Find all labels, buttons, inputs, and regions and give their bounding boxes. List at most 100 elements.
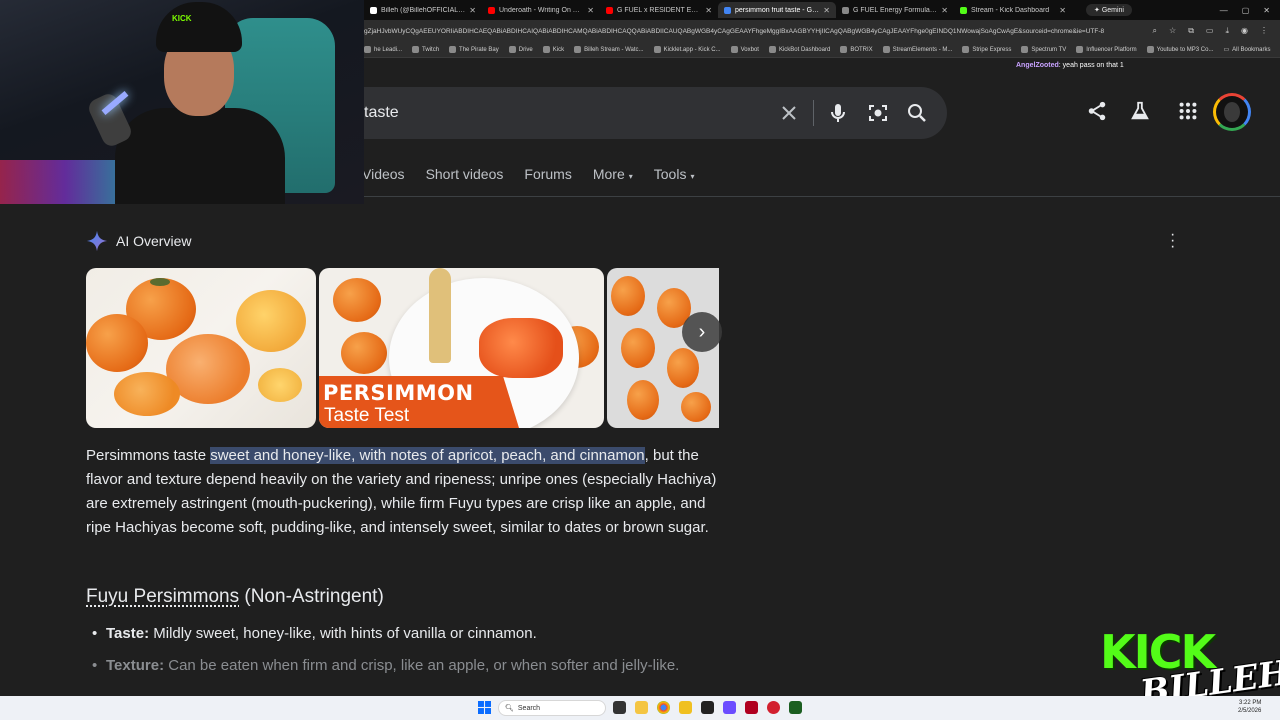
- bookmark-item[interactable]: Youtube to MP3 Co...: [1146, 46, 1213, 53]
- account-avatar[interactable]: [1213, 93, 1251, 131]
- bookmark-item[interactable]: Kick: [542, 46, 565, 53]
- search-input[interactable]: taste: [364, 104, 399, 122]
- windows-start-icon[interactable]: [478, 701, 491, 714]
- close-window-icon[interactable]: ✕: [1263, 6, 1270, 15]
- bookmark-label: Influencer Platform: [1086, 46, 1137, 53]
- cast-icon[interactable]: ▭: [1206, 26, 1214, 36]
- search-divider: [813, 100, 814, 126]
- nav-tab[interactable]: Tools ▾: [654, 166, 695, 182]
- task-view-icon[interactable]: [613, 701, 626, 714]
- download-icon[interactable]: ⤓: [1225, 26, 1229, 36]
- bookmark-item[interactable]: Influencer Platform: [1076, 46, 1137, 53]
- bookmark-item[interactable]: Stripe Express: [962, 46, 1011, 53]
- windows-taskbar: 🔍︎ Search 3:22 PM 2/5/2026: [0, 696, 1280, 720]
- url-text[interactable]: gZjaHJvbWUyCQgAEEUYORIiABDIHCAEQABiABDIH…: [364, 28, 1141, 35]
- bookmark-item[interactable]: The Pirate Bay: [449, 46, 499, 53]
- tab-close-icon[interactable]: ✕: [469, 6, 476, 15]
- tab-close-icon[interactable]: ✕: [1059, 6, 1066, 15]
- bookmark-icon: [768, 46, 776, 53]
- search-icon[interactable]: [905, 101, 929, 125]
- bookmark-item[interactable]: BOTRIX: [840, 46, 873, 53]
- bookmark-item[interactable]: KickBot Dashboard: [768, 46, 831, 53]
- fuyu-link[interactable]: Fuyu Persimmons: [86, 586, 239, 607]
- nav-tab[interactable]: Forums: [524, 166, 571, 182]
- tab-favicon-icon: [606, 6, 613, 14]
- carousel-next-button[interactable]: ›: [682, 312, 722, 352]
- gemini-button[interactable]: ✦ Gemini: [1086, 4, 1132, 16]
- more-options-icon[interactable]: · · ·: [1170, 227, 1175, 255]
- webcam-overlay: KICK: [0, 0, 364, 204]
- bookmark-label: Kick: [552, 46, 565, 53]
- bookmark-item[interactable]: Twitch: [412, 46, 439, 53]
- clear-icon[interactable]: [777, 101, 801, 125]
- file-explorer-icon[interactable]: [635, 701, 648, 714]
- persimmon-image-1[interactable]: [86, 268, 316, 428]
- browser-tab[interactable]: Stream - Kick Dashboard ✕: [954, 2, 1072, 18]
- lens-icon[interactable]: [866, 101, 890, 125]
- beanie: [156, 2, 242, 52]
- share-icon[interactable]: [1086, 100, 1108, 122]
- nav-tab-label: Videos: [362, 166, 405, 182]
- app-icon-purple[interactable]: [723, 701, 736, 714]
- app-icon-dark[interactable]: [701, 701, 714, 714]
- bookmark-label: Billeh Stream - Watc...: [584, 46, 644, 53]
- bookmark-item[interactable]: Spectrum TV: [1021, 46, 1066, 53]
- nav-tab-label: More: [592, 166, 625, 182]
- nav-tab[interactable]: More ▾: [593, 166, 633, 182]
- search-nav-tabs: Videos Short videos Forums More ▾ Tools ▾: [362, 166, 694, 182]
- microphone-icon[interactable]: [826, 101, 850, 125]
- bookmark-label: BOTRIX: [850, 46, 873, 53]
- app-icon-green[interactable]: [789, 701, 802, 714]
- bookmark-item[interactable]: StreamElements - M...: [882, 46, 952, 53]
- profile-icon[interactable]: ◉: [1241, 26, 1248, 36]
- search-box[interactable]: taste: [330, 87, 947, 139]
- tab-title: Underoath - Writing On The W: [499, 6, 583, 14]
- nav-tab-label: Tools: [653, 166, 687, 182]
- bookmark-item[interactable]: Voxbot: [730, 46, 759, 53]
- tab-title: G FUEL Energy Formula | Tub:: [853, 6, 937, 14]
- bookmark-star-icon[interactable]: ☆: [1169, 26, 1176, 36]
- browser-tab[interactable]: Billeh (@BillehOFFICIAL) / X ✕: [364, 2, 482, 18]
- list-item: Texture: Can be eaten when firm and cris…: [92, 654, 746, 678]
- persimmon-taste-test-image[interactable]: PERSIMMON Taste Test: [319, 268, 604, 428]
- beanie-logo: KICK: [172, 14, 192, 23]
- bookmark-label: KickBot Dashboard: [778, 46, 831, 53]
- chrome-icon[interactable]: [657, 701, 670, 714]
- app-icon-red[interactable]: [745, 701, 758, 714]
- extensions-icon[interactable]: ⧉: [1188, 26, 1194, 36]
- zoom-icon[interactable]: ⌕: [1153, 26, 1157, 36]
- menu-icon[interactable]: ⋮: [1260, 26, 1268, 36]
- browser-tab[interactable]: Underoath - Writing On The W ✕: [482, 2, 600, 18]
- tab-close-icon[interactable]: ✕: [587, 6, 594, 15]
- bookmark-icon: [1076, 46, 1084, 53]
- ai-overview-summary: Persimmons taste sweet and honey-like, w…: [86, 444, 726, 540]
- labs-flask-icon[interactable]: [1129, 100, 1151, 122]
- browser-tab[interactable]: persimmon fruit taste - Google✕: [718, 2, 836, 18]
- nav-tab[interactable]: Short videos: [426, 166, 504, 182]
- bullet-label: Taste:: [106, 625, 150, 642]
- tab-title: persimmon fruit taste - Google: [735, 6, 820, 14]
- list-item: Taste: Mildly sweet, honey-like, with hi…: [92, 622, 746, 646]
- nav-tab[interactable]: Videos: [362, 166, 405, 182]
- app-icon-yellow[interactable]: [679, 701, 692, 714]
- maximize-icon[interactable]: ▢: [1242, 6, 1250, 15]
- app-icon-red-round[interactable]: [767, 701, 780, 714]
- tab-close-icon[interactable]: ✕: [941, 6, 948, 15]
- all-bookmarks[interactable]: ▭ All Bookmarks: [1223, 46, 1280, 54]
- taskbar-clock[interactable]: 3:22 PM 2/5/2026: [1238, 699, 1261, 715]
- tab-title: G FUEL x RESIDENT EVIL 4 - "L: [617, 6, 702, 14]
- browser-tab[interactable]: G FUEL x RESIDENT EVIL 4 - "L✕: [600, 2, 718, 18]
- tab-close-icon[interactable]: ✕: [823, 6, 830, 15]
- tab-title: Billeh (@BillehOFFICIAL) / X: [381, 6, 466, 14]
- bookmark-item[interactable]: he Leadi...: [364, 46, 402, 53]
- bookmark-icon: [1021, 46, 1029, 53]
- bookmark-item[interactable]: Drive: [508, 46, 533, 53]
- summary-highlight[interactable]: sweet and honey-like, with notes of apri…: [210, 447, 645, 464]
- apps-grid-icon[interactable]: [1177, 100, 1199, 122]
- minimize-icon[interactable]: —: [1220, 6, 1228, 15]
- bookmark-item[interactable]: Billeh Stream - Watc...: [574, 46, 644, 53]
- browser-tab[interactable]: G FUEL Energy Formula | Tub: ✕: [836, 2, 954, 18]
- tab-close-icon[interactable]: ✕: [705, 6, 712, 15]
- bookmark-item[interactable]: Kicklet.app - Kick C...: [653, 46, 721, 53]
- taskbar-search[interactable]: 🔍︎ Search: [498, 700, 606, 716]
